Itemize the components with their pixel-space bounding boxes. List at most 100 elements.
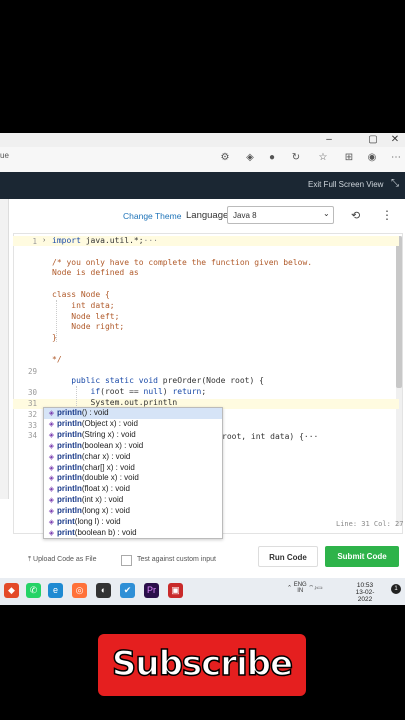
copilot-icon[interactable]: ● bbox=[265, 152, 279, 163]
font-settings-icon[interactable]: ⚙ bbox=[218, 152, 232, 163]
method-name: println bbox=[57, 418, 82, 428]
autocomplete-item[interactable]: ◈ println(Object x) : void bbox=[44, 419, 222, 430]
favorites-icon[interactable]: ☆ bbox=[316, 152, 330, 163]
method-name: println bbox=[57, 451, 82, 461]
clock[interactable]: 10:53 13-02-2022 bbox=[350, 582, 380, 603]
method-icon: ◈ bbox=[48, 410, 55, 417]
method-icon: ◈ bbox=[48, 508, 55, 516]
code-line: */ bbox=[52, 354, 62, 364]
code-line: int data; bbox=[52, 300, 115, 310]
code-line: Node is defined as bbox=[52, 268, 139, 278]
app-icon[interactable]: ▣ bbox=[168, 583, 183, 598]
method-icon: ◈ bbox=[48, 431, 55, 439]
method-name: println bbox=[57, 440, 82, 450]
code-line-34-tail: root, int data) {··· bbox=[222, 432, 319, 441]
obs-icon[interactable]: ◐ bbox=[96, 583, 111, 598]
whatsapp-icon[interactable]: ✆ bbox=[26, 583, 41, 598]
run-code-button[interactable]: Run Code bbox=[258, 546, 318, 567]
method-name: println bbox=[57, 462, 82, 472]
premiere-icon[interactable]: Pr bbox=[144, 583, 159, 598]
autocomplete-item[interactable]: ◈ print(long l) : void bbox=[44, 517, 222, 528]
battery-icon[interactable]: ▭ bbox=[317, 586, 323, 592]
autocomplete-popup[interactable]: ◈ println() : void ◈ println(Object x) : vo… bbox=[43, 407, 223, 539]
upload-code-link[interactable]: ⤒ Upload Code as File bbox=[28, 556, 96, 564]
method-name: println bbox=[57, 473, 82, 483]
chevron-up-icon[interactable]: ⌃ bbox=[287, 586, 294, 592]
address-bar[interactable]: ue bbox=[0, 151, 9, 160]
code-line: class Node { bbox=[52, 290, 110, 299]
refresh-alt-icon[interactable]: ↻ bbox=[289, 152, 303, 163]
method-name: println bbox=[57, 484, 82, 494]
minimize-button[interactable]: – bbox=[318, 134, 340, 145]
vscode-icon[interactable]: ✔ bbox=[120, 583, 135, 598]
method-icon: ◈ bbox=[48, 529, 55, 537]
line-number: 33 bbox=[27, 420, 37, 430]
method-name: print bbox=[57, 527, 75, 537]
line-number: 29 bbox=[27, 366, 37, 376]
method-signature: (double x) : void bbox=[81, 473, 139, 483]
code-line: Node right; bbox=[52, 322, 125, 332]
method-icon: ◈ bbox=[48, 420, 55, 428]
language-indicator[interactable]: ENG IN bbox=[294, 582, 307, 594]
method-name: println bbox=[57, 429, 82, 439]
brave-icon[interactable]: ◆ bbox=[4, 583, 19, 598]
browser-titlebar bbox=[0, 133, 405, 147]
time: 10:53 bbox=[356, 582, 374, 589]
exit-fullscreen-link[interactable]: Exit Full Screen View bbox=[308, 180, 383, 189]
cursor-status: Line: 31 Col: 27 bbox=[336, 520, 404, 528]
autocomplete-item[interactable]: ◈ println(char x) : void bbox=[44, 452, 222, 463]
method-signature: (char x) : void bbox=[81, 451, 131, 461]
custom-input-checkbox[interactable] bbox=[121, 555, 132, 566]
autocomplete-item[interactable]: ◈ println(int x) : void bbox=[44, 495, 222, 506]
method-icon: ◈ bbox=[48, 497, 55, 505]
code-line: import java.util.*;··· bbox=[52, 236, 158, 245]
edge-icon[interactable]: e bbox=[48, 583, 63, 598]
collections-icon[interactable]: ⊞ bbox=[342, 152, 356, 163]
more-icon[interactable]: ⋯ bbox=[389, 152, 403, 163]
kebab-menu-icon[interactable]: ⋮ bbox=[381, 208, 393, 222]
autocomplete-item[interactable]: ◈ println(double x) : void bbox=[44, 473, 222, 484]
collapse-icon[interactable]: ⤡ bbox=[391, 178, 399, 189]
code-line: /* you only have to complete the functio… bbox=[52, 257, 313, 267]
reset-icon[interactable]: ⟲ bbox=[351, 209, 360, 222]
autocomplete-item[interactable]: ◈ println(String x) : void bbox=[44, 430, 222, 441]
submit-code-button[interactable]: Submit Code bbox=[325, 546, 399, 567]
method-signature: (String x) : void bbox=[81, 429, 136, 439]
maximize-button[interactable]: ▢ bbox=[362, 134, 384, 145]
language-value: Java 8 bbox=[233, 211, 257, 220]
autocomplete-item[interactable]: ◈ println() : void bbox=[44, 408, 222, 419]
code-line: Node left; bbox=[52, 311, 120, 321]
method-signature: (boolean x) : void bbox=[81, 440, 144, 450]
method-icon: ◈ bbox=[48, 464, 55, 472]
notification-badge[interactable]: 1 bbox=[391, 584, 401, 594]
method-signature: (boolean b) : void bbox=[74, 527, 137, 537]
method-icon: ◈ bbox=[48, 486, 55, 494]
language-label: Language bbox=[186, 210, 229, 221]
method-signature: (char[] x) : void bbox=[81, 462, 135, 472]
line-number: 30 bbox=[27, 388, 37, 398]
fold-arrow-icon[interactable]: › bbox=[43, 237, 45, 244]
autocomplete-item[interactable]: ◈ println(char[] x) : void bbox=[44, 463, 222, 474]
date: 13-02-2022 bbox=[355, 589, 375, 603]
line-number: 32 bbox=[27, 409, 37, 419]
autocomplete-item[interactable]: ◈ println(boolean x) : void bbox=[44, 441, 222, 452]
autocomplete-item[interactable]: ◈ print(boolean b) : void bbox=[44, 527, 222, 538]
change-theme-link[interactable]: Change Theme bbox=[123, 211, 181, 221]
autocomplete-item[interactable]: ◈ println(long x) : void bbox=[44, 506, 222, 517]
extension-icon[interactable]: ◈ bbox=[243, 152, 257, 163]
profile-icon[interactable]: ◉ bbox=[365, 152, 379, 163]
method-icon: ◈ bbox=[48, 475, 55, 483]
method-signature: () : void bbox=[81, 408, 109, 417]
code-line: if(root == null) return; bbox=[90, 387, 207, 397]
method-name: println bbox=[57, 495, 82, 505]
line-number: 34 bbox=[27, 431, 37, 441]
autocomplete-item[interactable]: ◈ println(float x) : void bbox=[44, 484, 222, 495]
upload-label: Upload Code as File bbox=[33, 556, 97, 563]
close-window-button[interactable]: ✕ bbox=[384, 134, 405, 145]
system-tray[interactable]: ⌃ ENG IN ⌔♪▭ bbox=[287, 582, 323, 594]
method-signature: (int x) : void bbox=[81, 495, 124, 505]
firefox-icon[interactable]: ◎ bbox=[72, 583, 87, 598]
scrollbar-thumb[interactable] bbox=[396, 236, 402, 388]
method-icon: ◈ bbox=[48, 453, 55, 461]
method-signature: (long x) : void bbox=[81, 506, 130, 516]
